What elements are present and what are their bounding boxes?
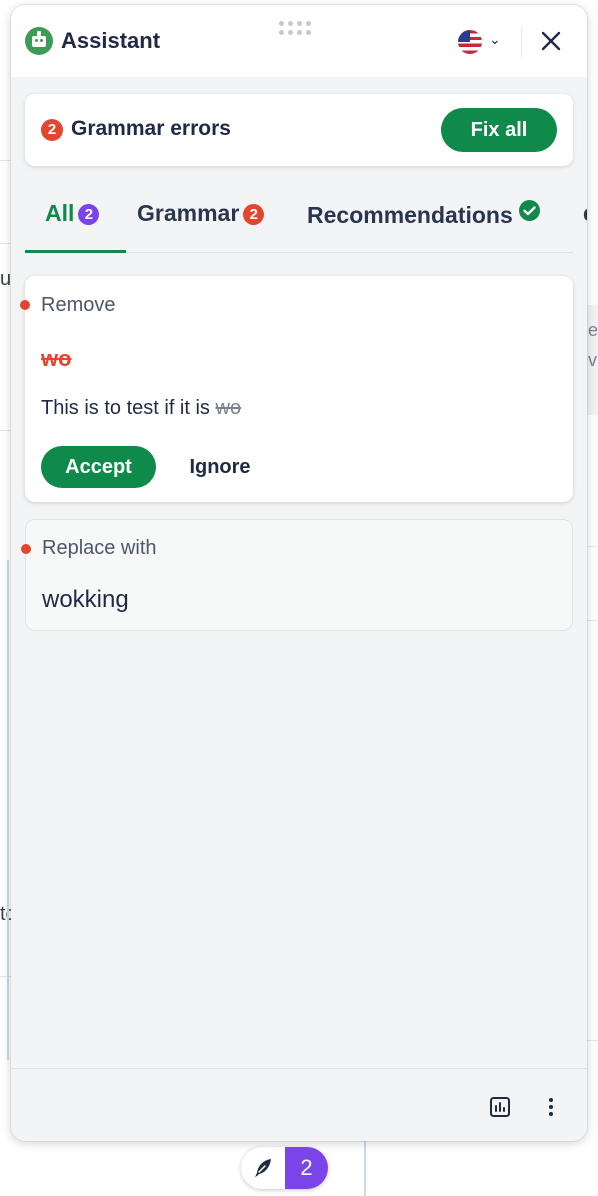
background-divider — [0, 160, 11, 161]
tab-recommendations[interactable]: Recommendations — [307, 200, 540, 229]
header-divider — [521, 27, 522, 57]
assistant-launcher-button[interactable]: 2 — [241, 1147, 328, 1189]
tab-label: Recommendations — [307, 202, 513, 228]
suggestion-type-label: Replace with — [42, 537, 157, 559]
tab-overflow-fragment[interactable]: e — [583, 200, 587, 227]
background-divider — [587, 546, 598, 547]
more-vertical-icon[interactable] — [539, 1095, 563, 1119]
tab-badge: 2 — [78, 204, 100, 225]
tab-label: Grammar — [137, 200, 240, 226]
background-text-fragment: e — [588, 320, 598, 340]
chevron-down-icon[interactable]: ⌄ — [489, 31, 501, 48]
error-marker — [20, 300, 30, 310]
drag-handle-icon[interactable] — [279, 21, 319, 37]
footer-divider — [11, 1068, 587, 1069]
active-tab-indicator — [25, 250, 126, 253]
error-marker — [21, 544, 31, 554]
background-divider — [587, 1040, 598, 1041]
suggestion-count-badge: 2 — [285, 1147, 328, 1189]
background-divider — [0, 430, 11, 431]
background-divider — [0, 976, 11, 977]
suggestion-card-remove[interactable]: Remove wo This is to test if it is wo Ac… — [20, 276, 573, 502]
grammar-errors-summary: 2 Grammar errors Fix all — [25, 94, 573, 166]
background-divider — [587, 620, 598, 621]
suggestion-card-replace[interactable]: Replace with wokking — [21, 519, 573, 631]
tab-badge: 2 — [243, 204, 265, 225]
tab-all[interactable]: All 2 — [45, 200, 100, 227]
filter-tabs: All2 Grammar2 Recommendations e — [11, 190, 587, 254]
background-text-fragment: v — [588, 350, 597, 370]
background-divider — [0, 243, 11, 244]
context-deleted-word: wo — [215, 397, 242, 419]
context-sentence: This is to test if it is wo — [41, 397, 241, 420]
assistant-panel: Assistant ⌄ 2 Grammar errors Fix all All… — [11, 5, 587, 1141]
stats-icon[interactable] — [488, 1095, 512, 1119]
removed-word: wo — [41, 346, 72, 371]
summary-label: Grammar errors — [71, 117, 231, 140]
panel-title: Assistant — [61, 28, 161, 53]
suggestion-type-label: Remove — [41, 294, 116, 316]
fix-all-button[interactable]: Fix all — [441, 108, 557, 152]
quill-icon — [251, 1156, 275, 1180]
us-flag-icon[interactable] — [458, 30, 482, 54]
replacement-word: wokking — [42, 586, 129, 613]
ignore-button[interactable]: Ignore — [175, 446, 265, 488]
accept-button[interactable]: Accept — [41, 446, 156, 488]
check-circle-icon — [518, 200, 540, 221]
tab-grammar[interactable]: Grammar 2 — [137, 200, 265, 227]
panel-header: Assistant ⌄ — [11, 5, 587, 77]
background-text-fragment: u — [0, 268, 12, 290]
background-divider — [7, 560, 9, 1060]
background-divider — [364, 1141, 366, 1196]
tab-label: All — [45, 200, 75, 226]
context-text: This is to test if it is — [41, 397, 210, 419]
assistant-logo-icon — [25, 27, 53, 55]
error-count-badge: 2 — [41, 119, 63, 141]
close-icon[interactable] — [539, 29, 563, 53]
